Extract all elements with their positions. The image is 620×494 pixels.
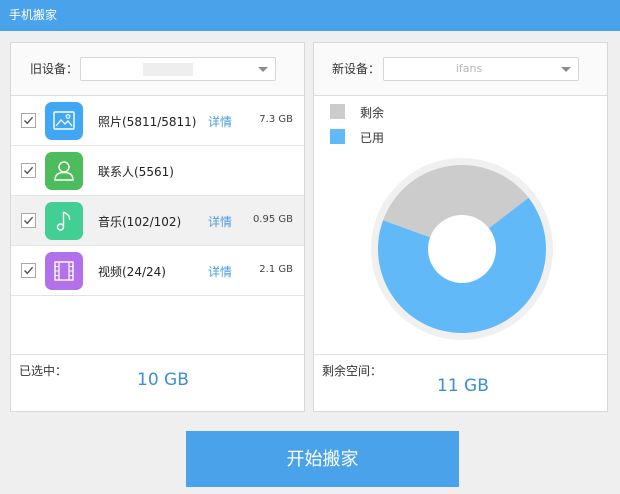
title-bar: 手机搬家 — [0, 0, 620, 31]
item-name: 照片(5811/5811) — [98, 115, 197, 129]
video-icon — [45, 252, 83, 290]
new-device-header: 新设备： ifans — [314, 43, 607, 96]
music-checkbox[interactable] — [21, 213, 36, 228]
legend-swatch-free — [330, 104, 345, 119]
donut-hole — [428, 215, 496, 283]
new-device-select[interactable]: ifans — [383, 57, 579, 81]
item-row-photos[interactable]: 照片(5811/5811) 详情 7.3 GB — [11, 96, 304, 146]
item-size: 2.1 GB — [259, 264, 293, 275]
start-transfer-button[interactable]: 开始搬家 — [186, 431, 459, 487]
selected-label: 已选中： — [19, 364, 68, 378]
old-device-label: 旧设备： — [30, 62, 79, 76]
photo-icon — [45, 102, 83, 140]
legend-swatch-used — [330, 129, 345, 144]
item-name: 音乐(102/102) — [98, 215, 182, 229]
target-panel: 新设备： ifans 剩余 已用 剩余空间： 11 GB — [313, 42, 608, 412]
divider — [314, 354, 607, 355]
photos-checkbox[interactable] — [21, 113, 36, 128]
chevron-down-icon[interactable] — [561, 67, 571, 72]
chevron-down-icon[interactable] — [258, 67, 268, 72]
photos-detail-link[interactable]: 详情 — [208, 113, 232, 130]
checkmark-icon — [24, 166, 34, 175]
free-space-value: 11 GB — [437, 376, 489, 396]
videos-detail-link[interactable]: 详情 — [208, 263, 232, 280]
old-device-select[interactable] — [80, 57, 276, 81]
legend-label: 已用 — [360, 131, 385, 145]
old-device-header: 旧设备： — [11, 43, 304, 96]
checkmark-icon — [24, 116, 34, 125]
selected-size-value: 10 GB — [137, 370, 189, 390]
checkmark-icon — [24, 266, 34, 275]
item-row-contacts[interactable]: 联系人(5561) — [11, 146, 304, 196]
new-device-label: 新设备： — [332, 62, 381, 76]
contacts-checkbox[interactable] — [21, 163, 36, 178]
source-panel: 旧设备： 照片(5811/5811) 详情 7.3 GB 联系人(5561) 音… — [10, 42, 305, 412]
legend-label: 剩余 — [360, 106, 385, 120]
storage-donut-chart — [371, 158, 553, 340]
item-size: 0.95 GB — [252, 214, 293, 225]
item-size: 7.3 GB — [259, 114, 293, 125]
free-space-label: 剩余空间： — [322, 364, 383, 378]
divider — [11, 354, 304, 355]
music-detail-link[interactable]: 详情 — [208, 213, 232, 230]
item-row-music[interactable]: 音乐(102/102) 详情 0.95 GB — [11, 196, 304, 246]
window-title: 手机搬家 — [9, 8, 58, 22]
item-row-videos[interactable]: 视频(24/24) 详情 2.1 GB — [11, 246, 304, 296]
contact-icon — [45, 152, 83, 190]
videos-checkbox[interactable] — [21, 263, 36, 278]
new-device-value: ifans — [455, 62, 483, 75]
item-name: 联系人(5561) — [98, 165, 174, 179]
checkmark-icon — [24, 216, 34, 225]
music-icon — [45, 202, 83, 240]
item-name: 视频(24/24) — [98, 265, 166, 279]
device-name-mask — [143, 63, 193, 76]
